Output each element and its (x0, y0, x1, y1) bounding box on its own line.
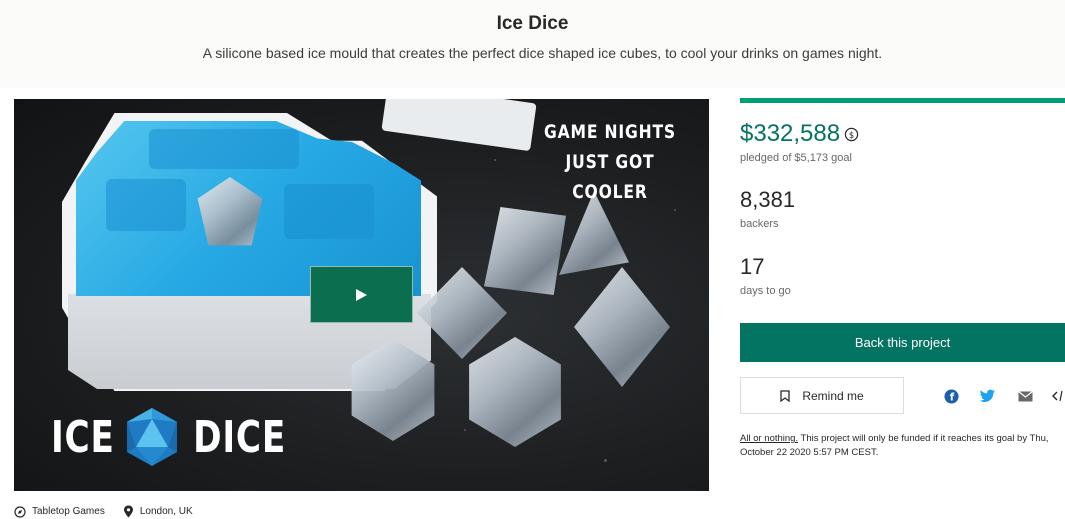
funding-progress-fill (740, 98, 1065, 103)
embed-icon (1052, 390, 1063, 402)
project-video[interactable]: GAME NIGHTS JUST GOT COOLER ICE DICE (14, 99, 709, 491)
share-twitter-button[interactable] (980, 388, 996, 404)
remind-me-button[interactable]: Remind me (740, 377, 904, 414)
back-this-project-button[interactable]: Back this project (740, 323, 1065, 362)
promo-text: GAME NIGHTS JUST GOT COOLER (544, 121, 676, 203)
compass-icon (14, 505, 26, 518)
currency-conversion-icon[interactable]: $ (844, 127, 859, 142)
share-email-button[interactable] (1017, 388, 1033, 404)
d20-logo-icon (126, 408, 177, 466)
project-blurb: A silicone based ice mould that creates … (202, 45, 883, 61)
ice-dice-logo: ICE DICE (42, 407, 299, 467)
ice-die-image (574, 267, 670, 387)
project-meta: Tabletop Games London, UK (14, 505, 211, 518)
days-to-go-count: 17 (740, 254, 765, 279)
ice-die-image (469, 337, 561, 447)
bookmark-icon (780, 389, 790, 402)
backers-label: backers (740, 218, 779, 230)
play-icon (356, 288, 367, 301)
twitter-icon (980, 389, 995, 402)
pledged-amount: $332,588 $ (740, 120, 859, 148)
pledged-goal-label: pledged of $5,173 goal (740, 152, 852, 164)
ice-die-image (484, 207, 566, 295)
mould-lid (381, 99, 537, 152)
funding-progress-bar (740, 98, 1065, 103)
backers-count: 8,381 (740, 187, 796, 212)
svg-text:f: f (949, 391, 954, 403)
map-pin-icon (123, 505, 133, 518)
category-link[interactable]: Tabletop Games (14, 505, 105, 518)
email-icon (1017, 390, 1033, 401)
svg-text:$: $ (849, 129, 854, 139)
play-video-button[interactable] (310, 266, 413, 323)
all-or-nothing-link[interactable]: All or nothing. (740, 433, 798, 444)
location-link[interactable]: London, UK (123, 505, 193, 518)
facebook-icon: f (943, 388, 959, 403)
project-title: Ice Dice (496, 13, 569, 34)
days-to-go-label: days to go (740, 285, 791, 297)
share-embed-button[interactable] (1051, 388, 1065, 404)
funding-disclaimer: All or nothing. This project will only b… (740, 433, 1049, 458)
share-facebook-button[interactable]: f (943, 388, 959, 404)
